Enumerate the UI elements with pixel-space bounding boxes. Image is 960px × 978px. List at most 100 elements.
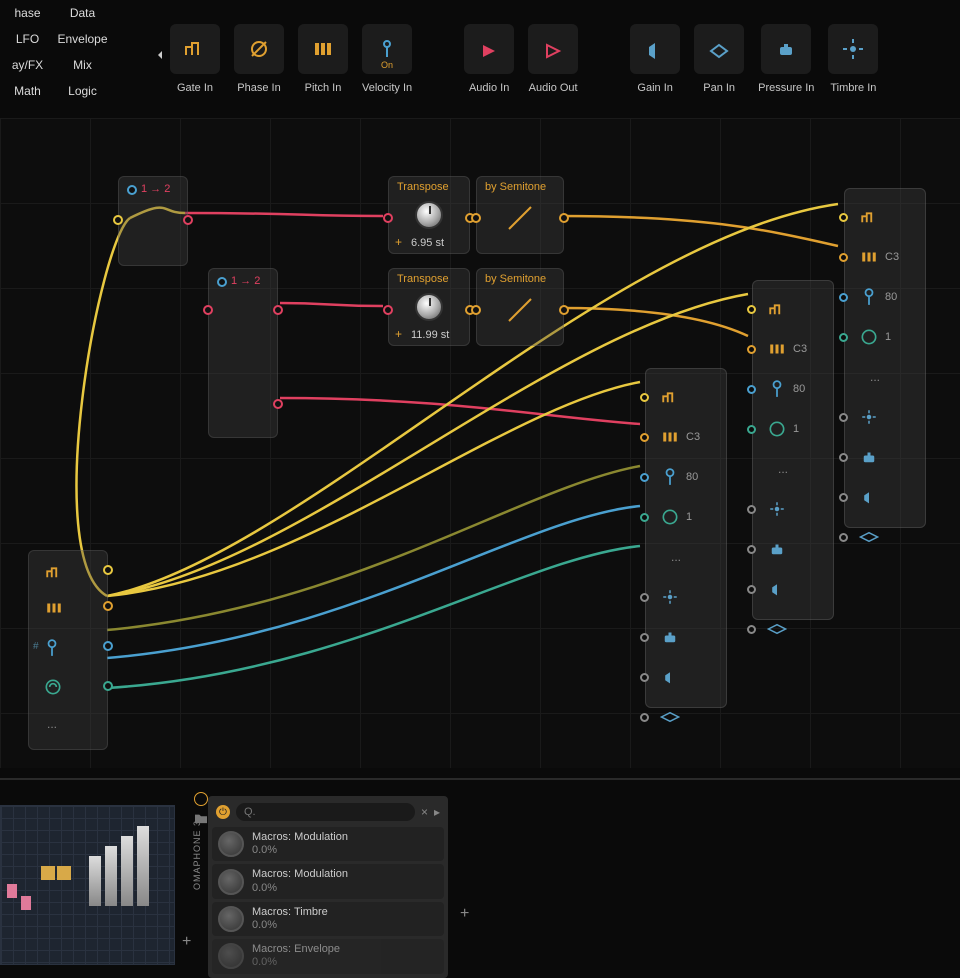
sink-gain-in-port[interactable] — [640, 673, 649, 682]
macro-knob[interactable] — [218, 906, 244, 932]
split-node-1[interactable]: 1 → 2 — [118, 176, 188, 266]
by-semitone-node-1[interactable]: by Semitone — [476, 176, 564, 254]
transpose2-knob[interactable] — [415, 293, 443, 321]
macro-knob[interactable] — [218, 869, 244, 895]
palette-pressure-in[interactable]: Pressure In — [758, 24, 814, 94]
gate-out-port[interactable] — [103, 565, 113, 575]
category-item[interactable]: LFO — [0, 26, 55, 52]
sink-timbre-in-port[interactable] — [747, 505, 756, 514]
note-block[interactable] — [21, 896, 31, 910]
macro-row[interactable]: Macros: Modulation0.0% — [212, 827, 444, 861]
sink-pressure2-in-port[interactable] — [747, 545, 756, 554]
category-item[interactable]: hase — [0, 0, 55, 26]
transpose-node-2[interactable]: Transpose + 11.99 st — [388, 268, 470, 346]
device-search-input[interactable] — [236, 803, 415, 821]
category-item[interactable]: Mix — [55, 52, 110, 78]
sink-pressure-in-port[interactable] — [839, 333, 848, 342]
category-item[interactable]: Math — [0, 78, 55, 104]
note-block[interactable] — [105, 846, 117, 906]
note-block[interactable] — [137, 826, 149, 906]
clip-detail-view[interactable] — [0, 805, 175, 965]
sink-velocity-in-port[interactable] — [839, 293, 848, 302]
note-source-node[interactable]: # ... — [28, 550, 108, 750]
device-power-icon[interactable] — [194, 792, 208, 806]
macro-row[interactable]: Macros: Envelope0.0% — [212, 939, 444, 973]
transpose2-in-port[interactable] — [383, 305, 393, 315]
sink-pressure2-in-port[interactable] — [839, 453, 848, 462]
folder-icon[interactable] — [194, 812, 208, 824]
palette-velocity-in[interactable]: On Velocity In — [362, 24, 412, 94]
split-node-2[interactable]: 1 → 2 — [208, 268, 278, 438]
sink-pitch-in-port[interactable] — [747, 345, 756, 354]
expand-icon[interactable]: ▸ — [434, 805, 440, 819]
grid-canvas[interactable]: # ... 1 → 2 1 → 2 Transpose + 6.95 st by… — [0, 118, 960, 768]
category-item[interactable]: Logic — [55, 78, 110, 104]
note-sink-1[interactable]: C3 80 1 ... — [645, 368, 727, 708]
split1-out-port[interactable] — [183, 215, 193, 225]
sink-timbre-in-port[interactable] — [839, 413, 848, 422]
note-sink-2[interactable]: C3 80 1 ... — [752, 280, 834, 620]
sink-pitch-in-port[interactable] — [640, 433, 649, 442]
split2-in-port[interactable] — [217, 277, 227, 287]
semitone1-out-port[interactable] — [559, 213, 569, 223]
note-block[interactable] — [121, 836, 133, 906]
macro-row[interactable]: Macros: Timbre0.0% — [212, 902, 444, 936]
note-sink-3[interactable]: C3 80 1 ... — [844, 188, 926, 528]
sink-velocity-in-port[interactable] — [640, 473, 649, 482]
semitone2-in-port[interactable] — [471, 305, 481, 315]
note-block[interactable] — [7, 884, 17, 898]
split2-in2-port[interactable] — [203, 305, 213, 315]
velocity-out-port[interactable] — [103, 641, 113, 651]
split2-out2-port[interactable] — [273, 399, 283, 409]
split2-out1-port[interactable] — [273, 305, 283, 315]
close-search-icon[interactable]: × — [421, 805, 428, 819]
palette-gate-in[interactable]: Gate In — [170, 24, 220, 94]
category-item[interactable]: Data — [55, 0, 110, 26]
split1-in-port[interactable] — [127, 185, 137, 195]
palette-timbre-in[interactable]: Timbre In — [828, 24, 878, 94]
sink-gain-in-port[interactable] — [747, 585, 756, 594]
note-block[interactable] — [89, 856, 101, 906]
palette-pan-in[interactable]: Pan In — [694, 24, 744, 94]
pitch-out-port[interactable] — [103, 601, 113, 611]
device-panel[interactable]: ⏻ × ▸ Macros: Modulation0.0% Macros: Mod… — [208, 796, 448, 978]
palette-phase-in[interactable]: Phase In — [234, 24, 284, 94]
sink-pressure-in-port[interactable] — [640, 513, 649, 522]
transpose1-in-port[interactable] — [383, 213, 393, 223]
note-block[interactable] — [57, 866, 71, 880]
macro-knob[interactable] — [218, 831, 244, 857]
note-block[interactable] — [41, 866, 55, 880]
pressure-out-port[interactable] — [103, 681, 113, 691]
palette-gain-in[interactable]: Gain In — [630, 24, 680, 94]
sink-pan-in-port[interactable] — [747, 625, 756, 634]
sink-gain-in-port[interactable] — [839, 493, 848, 502]
device-on-icon[interactable]: ⏻ — [216, 805, 230, 819]
by-semitone-node-2[interactable]: by Semitone — [476, 268, 564, 346]
sink-pitch-in-port[interactable] — [839, 253, 848, 262]
sink-pan-in-port[interactable] — [839, 533, 848, 542]
sink-gate-in-port[interactable] — [747, 305, 756, 314]
add-device-button[interactable]: + — [460, 905, 469, 923]
palette-scroll-left-icon[interactable] — [150, 30, 170, 80]
sink-gate-in-port[interactable] — [839, 213, 848, 222]
sink-gate-in-port[interactable] — [640, 393, 649, 402]
palette-pitch-in[interactable]: Pitch In — [298, 24, 348, 94]
palette-label: Audio Out — [529, 82, 578, 94]
transpose1-knob[interactable] — [415, 201, 443, 229]
split1-in2-port[interactable] — [113, 215, 123, 225]
sink-velocity-in-port[interactable] — [747, 385, 756, 394]
semitone1-in-port[interactable] — [471, 213, 481, 223]
sink-timbre-in-port[interactable] — [640, 593, 649, 602]
category-item[interactable]: Envelope — [55, 26, 110, 52]
add-clip-button[interactable]: + — [182, 933, 191, 951]
sink-pan-in-port[interactable] — [640, 713, 649, 722]
macro-knob[interactable] — [218, 943, 244, 969]
palette-audio-in[interactable]: Audio In — [464, 24, 514, 94]
semitone2-out-port[interactable] — [559, 305, 569, 315]
category-item[interactable]: ay/FX — [0, 52, 55, 78]
sink-pressure-in-port[interactable] — [747, 425, 756, 434]
palette-audio-out[interactable]: Audio Out — [528, 24, 578, 94]
sink-pressure2-in-port[interactable] — [640, 633, 649, 642]
transpose-node-1[interactable]: Transpose + 6.95 st — [388, 176, 470, 254]
macro-row[interactable]: Macros: Modulation0.0% — [212, 864, 444, 898]
